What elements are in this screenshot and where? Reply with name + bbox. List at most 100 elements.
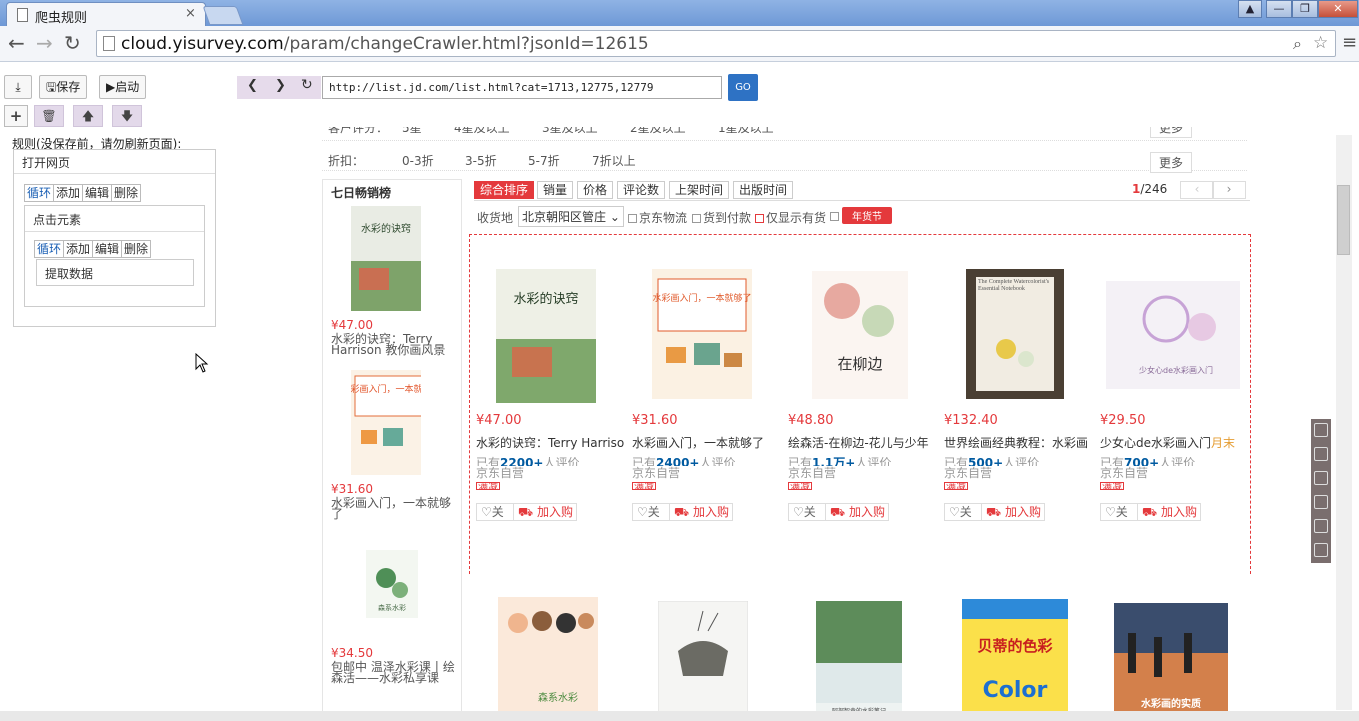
follow-button[interactable]: ♡关 bbox=[1100, 503, 1138, 521]
more-button[interactable]: 更多 bbox=[1149, 152, 1192, 173]
product-name[interactable]: 世界绘画经典教程：水彩画 bbox=[944, 434, 1092, 451]
rule-click-element[interactable]: 点击元素 循环 添加 编辑 删除 bbox=[24, 205, 205, 307]
bookmark-star-icon[interactable]: ☆ bbox=[1313, 33, 1328, 53]
delete-button[interactable]: 删除 bbox=[111, 184, 142, 202]
filter-option[interactable]: 5星 bbox=[402, 127, 422, 136]
address-bar[interactable]: cloud.yisurvey.com/param/changeCrawler.h… bbox=[96, 30, 1336, 57]
add-to-cart-button[interactable]: ⛟ 加入购 bbox=[669, 503, 733, 521]
product-name[interactable]: 水彩的诀窍：Terry Harrison bbox=[476, 434, 624, 451]
product-name[interactable]: 绘森活-在柳边-花儿与少年 bbox=[788, 434, 936, 451]
close-button[interactable]: ✕ bbox=[1318, 0, 1358, 18]
follow-button[interactable]: ♡关 bbox=[944, 503, 982, 521]
zoom-icon[interactable]: ⌕ bbox=[1293, 34, 1302, 54]
export-icon[interactable]: ⤓ bbox=[4, 75, 32, 99]
more-button[interactable]: 更多 bbox=[1149, 127, 1192, 138]
arrow-up-icon[interactable]: 🡅 bbox=[73, 105, 103, 127]
add-to-cart-button[interactable]: ⛟ 加入购 bbox=[1137, 503, 1201, 521]
cart-icon: ⛟ bbox=[518, 505, 534, 519]
start-button[interactable]: ▶启动 bbox=[99, 75, 147, 99]
user-icon[interactable] bbox=[1314, 423, 1328, 437]
delete-button[interactable]: 删除 bbox=[121, 240, 152, 258]
user-icon[interactable]: ▲ bbox=[1238, 0, 1262, 18]
book-cover[interactable] bbox=[658, 601, 748, 721]
add-to-cart-button[interactable]: ⛟ 加入购 bbox=[981, 503, 1045, 521]
sort-tab[interactable]: 销量 bbox=[537, 181, 574, 199]
rule-extract-data[interactable]: 提取数据 bbox=[36, 259, 194, 286]
inner-forward-icon[interactable]: ❯ bbox=[275, 78, 286, 93]
book-cover[interactable]: 贝蒂的色彩 Color bbox=[962, 599, 1068, 721]
book-cover[interactable]: 水彩的诀窍 bbox=[351, 206, 421, 311]
tab-close-icon[interactable]: × bbox=[185, 6, 196, 21]
heart-icon[interactable] bbox=[1314, 471, 1328, 485]
horizontal-scrollbar[interactable] bbox=[0, 711, 1359, 721]
arrow-down-icon[interactable]: 🡇 bbox=[112, 105, 142, 127]
inner-back-icon[interactable]: ❮ bbox=[247, 78, 258, 93]
feedback-icon[interactable] bbox=[1314, 543, 1328, 557]
book-cover[interactable]: 水彩画入门，一本就够了 bbox=[351, 370, 421, 475]
back-icon[interactable]: ← bbox=[8, 31, 25, 55]
book-cover[interactable]: 水彩画的实质 bbox=[1114, 603, 1228, 721]
book-cover[interactable]: 阿部智幸的水彩笔记 bbox=[816, 601, 902, 721]
filter-option[interactable]: 7折以上 bbox=[592, 152, 636, 169]
add-icon[interactable]: + bbox=[4, 105, 28, 127]
follow-button[interactable]: ♡关 bbox=[788, 503, 826, 521]
minimize-button[interactable]: — bbox=[1266, 0, 1292, 18]
history-icon[interactable] bbox=[1314, 495, 1328, 509]
add-to-cart-button[interactable]: ⛟ 加入购 bbox=[513, 503, 577, 521]
next-page-icon[interactable]: › bbox=[1212, 181, 1246, 199]
reload-icon[interactable]: ↻ bbox=[64, 31, 81, 55]
cod-checkbox[interactable]: 货到付款 bbox=[692, 209, 751, 226]
follow-button[interactable]: ♡关 bbox=[476, 503, 514, 521]
filter-option[interactable]: 3星及以上 bbox=[542, 127, 598, 136]
filter-option[interactable]: 1星及以上 bbox=[718, 127, 774, 136]
location-select[interactable]: 北京朝阳区管庄 ⌄ bbox=[518, 206, 624, 227]
loop-button[interactable]: 循环 bbox=[34, 240, 65, 258]
tab-crawler-rules[interactable]: 爬虫规则 × bbox=[6, 2, 206, 26]
message-icon[interactable] bbox=[1314, 519, 1328, 533]
product-name[interactable]: 少女心de水彩画入门月末 bbox=[1100, 434, 1248, 451]
book-cover[interactable]: 森系水彩 bbox=[366, 550, 436, 618]
maximize-button[interactable]: ❐ bbox=[1292, 0, 1318, 18]
cart-icon[interactable] bbox=[1314, 447, 1328, 461]
loop-button[interactable]: 循环 bbox=[24, 184, 55, 202]
product-name[interactable]: 水彩画入门，一本就够了 bbox=[632, 434, 780, 451]
filter-option[interactable]: 4星及以上 bbox=[454, 127, 510, 136]
edit-button[interactable]: 编辑 bbox=[92, 240, 123, 258]
inner-url-input[interactable]: http://list.jd.com/list.html?cat=1713,12… bbox=[322, 76, 722, 99]
follow-button[interactable]: ♡关 bbox=[632, 503, 670, 521]
filter-option[interactable]: 5-7折 bbox=[528, 152, 560, 169]
sort-tab[interactable]: 评论数 bbox=[617, 181, 666, 199]
add-button[interactable]: 添加 bbox=[53, 184, 84, 202]
sort-tab[interactable]: 价格 bbox=[577, 181, 614, 199]
filter-option[interactable]: 3-5折 bbox=[465, 152, 497, 169]
edit-button[interactable]: 编辑 bbox=[82, 184, 113, 202]
add-to-cart-button[interactable]: ⛟ 加入购 bbox=[825, 503, 889, 521]
inner-reload-icon[interactable]: ↻ bbox=[301, 77, 313, 93]
filter-option[interactable]: 0-3折 bbox=[402, 152, 434, 169]
sidebar-name[interactable]: 水彩画入门，一本就够了 bbox=[331, 497, 459, 520]
menu-icon[interactable]: ≡ bbox=[1342, 32, 1357, 53]
save-button[interactable]: 🖫保存 bbox=[39, 75, 88, 99]
vertical-scrollbar-thumb[interactable] bbox=[1337, 185, 1350, 255]
forward-icon[interactable]: → bbox=[36, 31, 53, 55]
sort-tab[interactable]: 综合排序 bbox=[474, 181, 535, 199]
jd-logistics-checkbox[interactable]: 京东物流 bbox=[628, 209, 687, 226]
checkbox-label: 仅显示有货 bbox=[766, 211, 827, 225]
add-button[interactable]: 添加 bbox=[63, 240, 94, 258]
product-grid: 水彩的诀窍 ¥47.00 水彩的诀窍：Terry Harrison 已有2200… bbox=[469, 234, 1251, 574]
book-cover[interactable]: 森系水彩 bbox=[498, 597, 598, 721]
prev-page-icon[interactable]: ‹ bbox=[1180, 181, 1214, 199]
new-tab-button[interactable] bbox=[202, 6, 244, 25]
product-price: ¥47.00 bbox=[476, 413, 522, 428]
instock-checkbox[interactable]: 仅显示有货 bbox=[755, 209, 826, 226]
trash-icon[interactable]: 🗑 bbox=[34, 105, 64, 127]
go-button[interactable]: GO bbox=[728, 74, 758, 101]
sidebar-price: ¥47.00 bbox=[331, 318, 373, 332]
product-price: ¥132.40 bbox=[944, 413, 998, 428]
sidebar-name[interactable]: 包邮中 温泽水彩课丨绘森活——水彩私享课 bbox=[331, 661, 459, 684]
sort-tab[interactable]: 出版时间 bbox=[733, 181, 794, 199]
filter-option[interactable]: 2星及以上 bbox=[630, 127, 686, 136]
festival-checkbox[interactable] bbox=[830, 209, 841, 223]
sort-tab[interactable]: 上架时间 bbox=[669, 181, 730, 199]
sidebar-name[interactable]: 水彩的诀窍：Terry Harrison 教你画风景 bbox=[331, 333, 459, 356]
